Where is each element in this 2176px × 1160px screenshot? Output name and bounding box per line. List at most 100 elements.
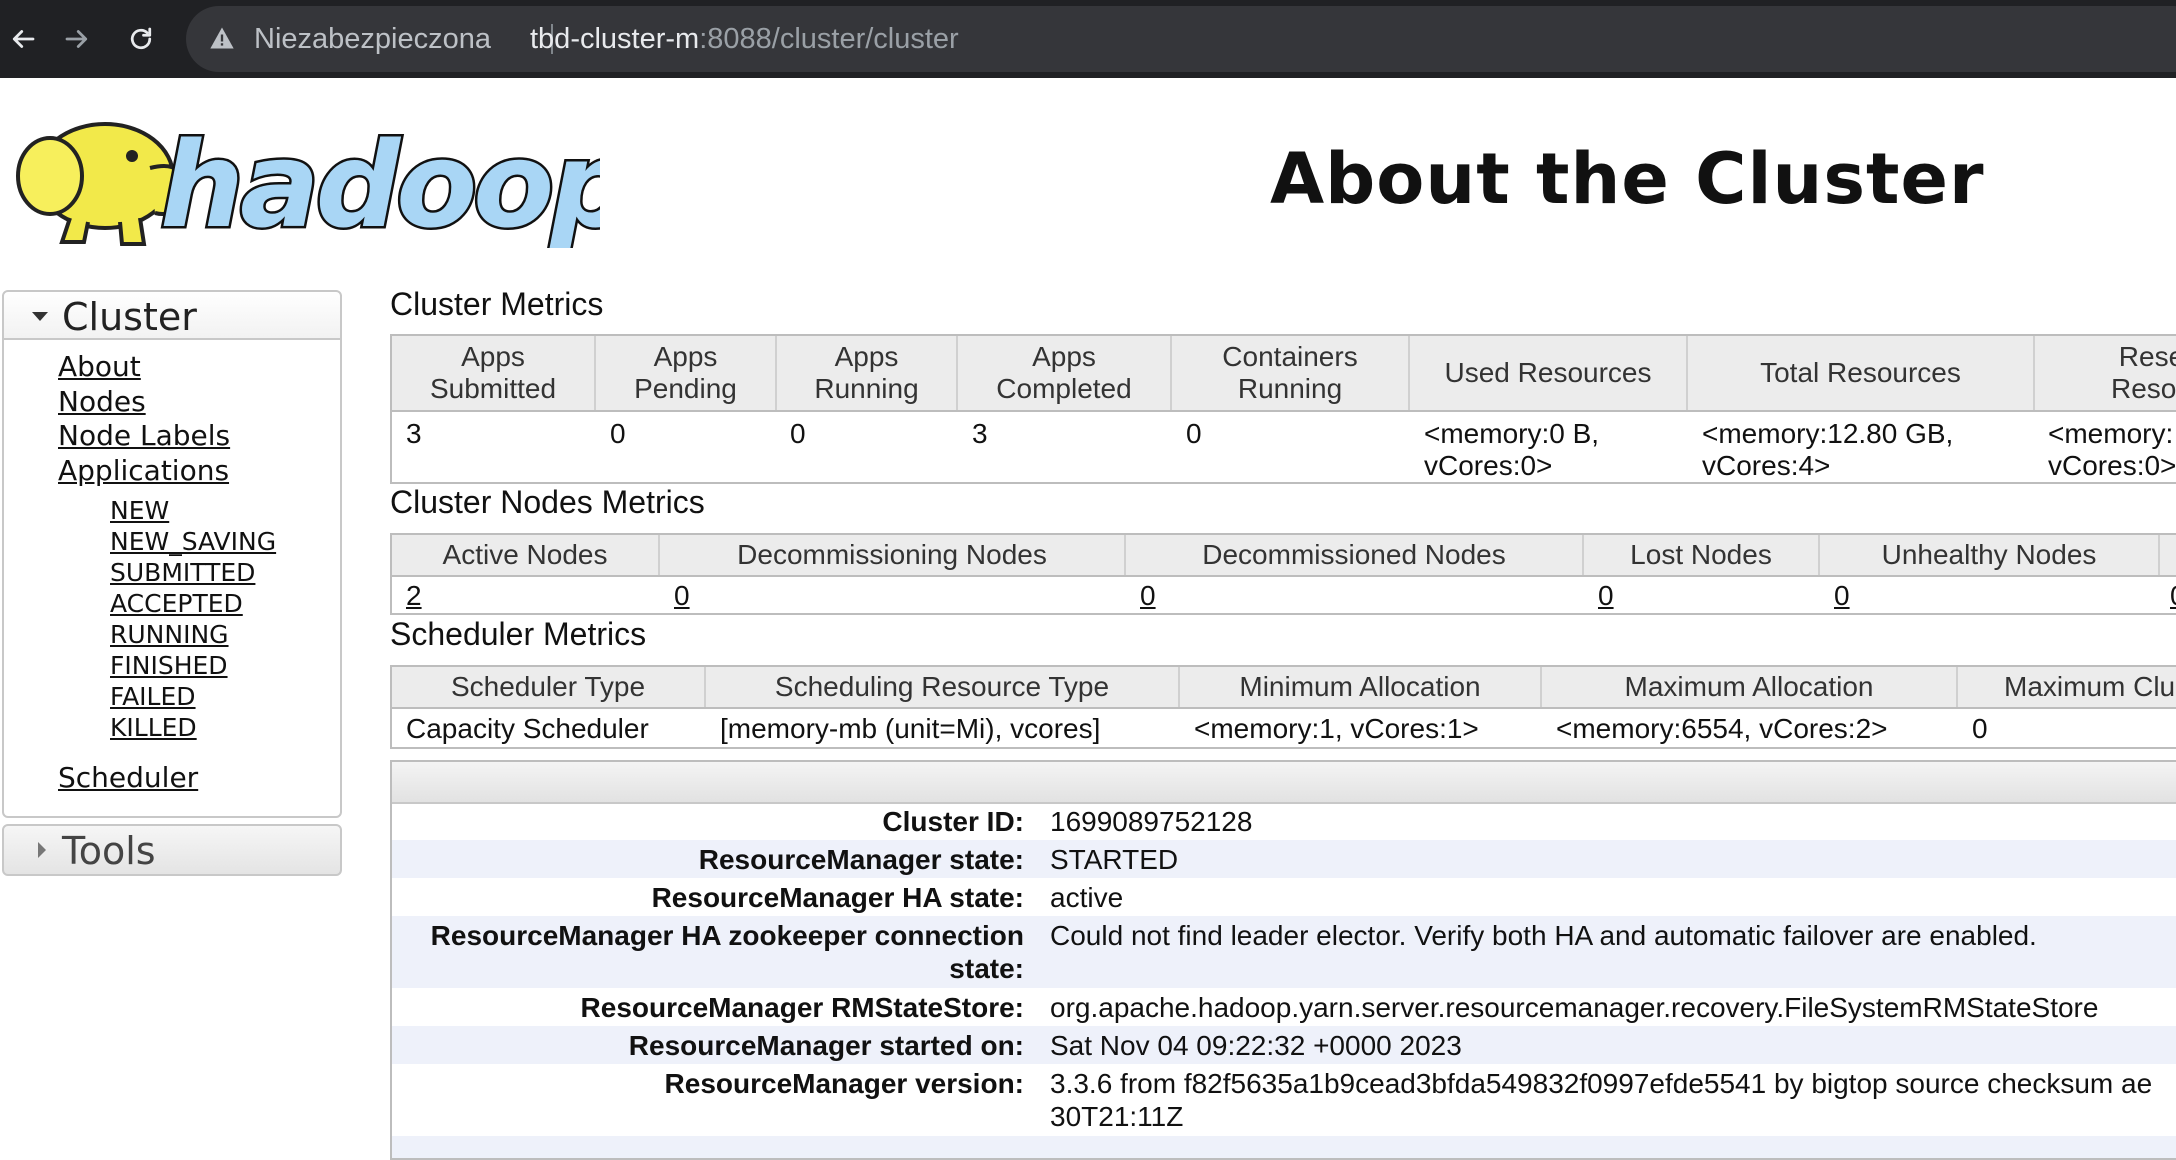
decommissioning-nodes-link[interactable]: 0 bbox=[674, 580, 690, 612]
info-value: active bbox=[1050, 882, 1124, 913]
decommissioned-nodes-link[interactable]: 0 bbox=[1140, 580, 1156, 612]
expand-triangle-icon[interactable] bbox=[38, 842, 46, 858]
col-header-scheduler-type[interactable]: Scheduler Type bbox=[392, 667, 706, 707]
col-header-total-resources[interactable]: Total Resources bbox=[1688, 336, 2035, 410]
table-header-row: Scheduler Type Scheduling Resource Type … bbox=[392, 667, 2176, 709]
info-panel-header-bar bbox=[392, 762, 2176, 804]
scheduler-metrics-title: Scheduler Metrics bbox=[390, 616, 647, 652]
sidebar-link-state-new[interactable]: NEW bbox=[110, 496, 169, 525]
table-header-row: Apps Submitted Apps Pending Apps Running Ap… bbox=[392, 336, 2176, 412]
col-header-decommissioning-nodes[interactable]: Decommissioning Nodes bbox=[660, 535, 1126, 575]
collapse-triangle-icon[interactable] bbox=[32, 312, 48, 321]
cluster-metrics-title: Cluster Metrics bbox=[390, 286, 604, 322]
cell-apps-running: 0 bbox=[790, 418, 806, 449]
col-header-apps-completed[interactable]: Apps Completed bbox=[958, 336, 1172, 410]
page-title: About the Cluster bbox=[1270, 138, 1985, 220]
info-label: ResourceManager HA zookeeper connection s… bbox=[430, 920, 1024, 984]
info-label: ResourceManager state: bbox=[698, 844, 1024, 875]
cell-containers-running: 0 bbox=[1186, 418, 1202, 449]
col-header-maximum-allocation[interactable]: Maximum Allocation bbox=[1542, 667, 1958, 707]
col-header-used-resources[interactable]: Used Resources bbox=[1410, 336, 1688, 410]
unhealthy-nodes-link[interactable]: 0 bbox=[1834, 580, 1850, 612]
col-header-reserved-resources[interactable]: ReseResou bbox=[2035, 336, 2176, 410]
svg-text:hadoop: hadoop bbox=[160, 116, 600, 248]
url-host: tbd-cluster-m bbox=[530, 23, 700, 55]
sidebar-link-node-labels[interactable]: Node Labels bbox=[58, 419, 230, 452]
sidebar-link-state-new-saving[interactable]: NEW_SAVING bbox=[110, 527, 276, 556]
cell-scheduling-resource-type: [memory-mb (unit=Mi), vcores] bbox=[720, 713, 1101, 744]
cell-used-resources: <memory:0 B, vCores:0> bbox=[1424, 418, 1600, 481]
active-nodes-link[interactable]: 2 bbox=[406, 580, 422, 612]
url-path: :8088/cluster/cluster bbox=[699, 23, 959, 55]
cluster-section-header[interactable]: Cluster bbox=[4, 292, 340, 340]
security-label[interactable]: Niezabezpieczona bbox=[254, 6, 491, 72]
col-header-maximum-cluster[interactable]: Maximum Clu bbox=[1958, 667, 2176, 707]
sidebar-link-state-running[interactable]: RUNNING bbox=[110, 620, 229, 649]
sidebar-link-state-failed[interactable]: FAILED bbox=[110, 682, 196, 711]
col-header-active-nodes[interactable]: Active Nodes bbox=[392, 535, 660, 575]
info-value: Sat Nov 04 09:22:32 +0000 2023 bbox=[1050, 1030, 1462, 1061]
sidebar-link-applications[interactable]: Applications bbox=[58, 454, 229, 487]
col-header-lost-nodes[interactable]: Lost Nodes bbox=[1584, 535, 1820, 575]
cell-minimum-allocation: <memory:1, vCores:1> bbox=[1194, 713, 1479, 744]
col-header-apps-running[interactable]: Apps Running bbox=[777, 336, 958, 410]
col-header-next-nodes[interactable] bbox=[2160, 535, 2176, 575]
info-value: org.apache.hadoop.yarn.server.resourcema… bbox=[1050, 992, 2099, 1023]
info-row-rm-ha-state: ResourceManager HA state: active bbox=[392, 878, 2176, 916]
col-header-containers-running[interactable]: Containers Running bbox=[1172, 336, 1410, 410]
not-secure-warning-icon[interactable] bbox=[208, 24, 236, 52]
info-row-rm-ha-zookeeper: ResourceManager HA zookeeper connection s… bbox=[392, 916, 2176, 988]
cell-apps-pending: 0 bbox=[610, 418, 626, 449]
info-value: STARTED bbox=[1050, 844, 1179, 875]
sidebar-link-state-accepted[interactable]: ACCEPTED bbox=[110, 589, 243, 618]
cell-maximum-cluster: 0 bbox=[1972, 713, 1988, 744]
cell-maximum-allocation: <memory:6554, vCores:2> bbox=[1556, 713, 1888, 744]
sidebar-link-state-finished[interactable]: FINISHED bbox=[110, 651, 228, 680]
address-bar[interactable]: Niezabezpieczona tbd-cluster-m:8088/clus… bbox=[186, 6, 2176, 72]
info-label: ResourceManager HA state: bbox=[651, 882, 1024, 913]
next-nodes-link[interactable]: 0 bbox=[2170, 580, 2176, 612]
info-label: ResourceManager started on: bbox=[628, 1030, 1024, 1061]
cell-scheduler-type: Capacity Scheduler bbox=[406, 713, 649, 744]
reload-icon[interactable] bbox=[118, 16, 164, 62]
col-header-apps-pending[interactable]: Apps Pending bbox=[596, 336, 777, 410]
info-value: Could not find leader elector. Verify bo… bbox=[1050, 920, 2037, 951]
col-header-apps-submitted[interactable]: Apps Submitted bbox=[392, 336, 596, 410]
node-metrics-title: Cluster Nodes Metrics bbox=[390, 484, 705, 520]
info-label: Cluster ID: bbox=[882, 806, 1024, 837]
cell-apps-completed: 3 bbox=[972, 418, 988, 449]
back-arrow-icon[interactable] bbox=[0, 16, 46, 62]
table-header-row: Active Nodes Decommissioning Nodes Decom… bbox=[392, 535, 2176, 577]
info-row-rm-started-on: ResourceManager started on: Sat Nov 04 0… bbox=[392, 1026, 2176, 1064]
col-header-unhealthy-nodes[interactable]: Unhealthy Nodes bbox=[1820, 535, 2160, 575]
cell-total-resources: <memory:12.80 GB, vCores:4> bbox=[1702, 418, 1954, 481]
cell-reserved-resources: <memory: vCores:0> bbox=[2048, 418, 2176, 481]
cluster-section-label[interactable]: Cluster bbox=[62, 292, 197, 342]
col-header-decommissioned-nodes[interactable]: Decommissioned Nodes bbox=[1126, 535, 1584, 575]
hadoop-logo: hadoop bbox=[10, 98, 637, 257]
info-row-cluster-id: Cluster ID: 1699089752128 bbox=[392, 802, 2176, 840]
browser-toolbar: Niezabezpieczona tbd-cluster-m:8088/clus… bbox=[0, 0, 2176, 78]
sidebar-link-nodes[interactable]: Nodes bbox=[58, 385, 146, 418]
cluster-metrics-table: Apps Submitted Apps Pending Apps Running Ap… bbox=[390, 334, 2176, 484]
cell-apps-submitted: 3 bbox=[406, 418, 422, 449]
sidebar-link-state-submitted[interactable]: SUBMITTED bbox=[110, 558, 255, 587]
col-header-scheduling-resource-type[interactable]: Scheduling Resource Type bbox=[706, 667, 1180, 707]
info-row-next bbox=[392, 1136, 2176, 1158]
info-label: ResourceManager version: bbox=[664, 1068, 1024, 1099]
forward-arrow-icon[interactable] bbox=[54, 16, 100, 62]
sidebar-link-about[interactable]: About bbox=[58, 350, 141, 383]
cluster-info-panel: Cluster ID: 1699089752128 ResourceManage… bbox=[390, 760, 2176, 1160]
info-label: ResourceManager RMStateStore: bbox=[580, 992, 1024, 1023]
info-row-rm-version: ResourceManager version: 3.3.6 from f82f… bbox=[392, 1064, 2176, 1136]
tools-section-header[interactable]: Tools bbox=[2, 824, 342, 876]
lost-nodes-link[interactable]: 0 bbox=[1598, 580, 1614, 612]
info-row-rm-statestore: ResourceManager RMStateStore: org.apache… bbox=[392, 988, 2176, 1026]
sidebar-link-scheduler[interactable]: Scheduler bbox=[58, 761, 198, 794]
sidebar-link-state-killed[interactable]: KILLED bbox=[110, 713, 197, 742]
info-value: 1699089752128 bbox=[1050, 806, 1253, 837]
node-metrics-table: Active Nodes Decommissioning Nodes Decom… bbox=[390, 533, 2176, 615]
url-text[interactable]: tbd-cluster-m:8088/cluster/cluster bbox=[530, 6, 959, 72]
tools-section-label[interactable]: Tools bbox=[62, 826, 156, 876]
col-header-minimum-allocation[interactable]: Minimum Allocation bbox=[1180, 667, 1542, 707]
